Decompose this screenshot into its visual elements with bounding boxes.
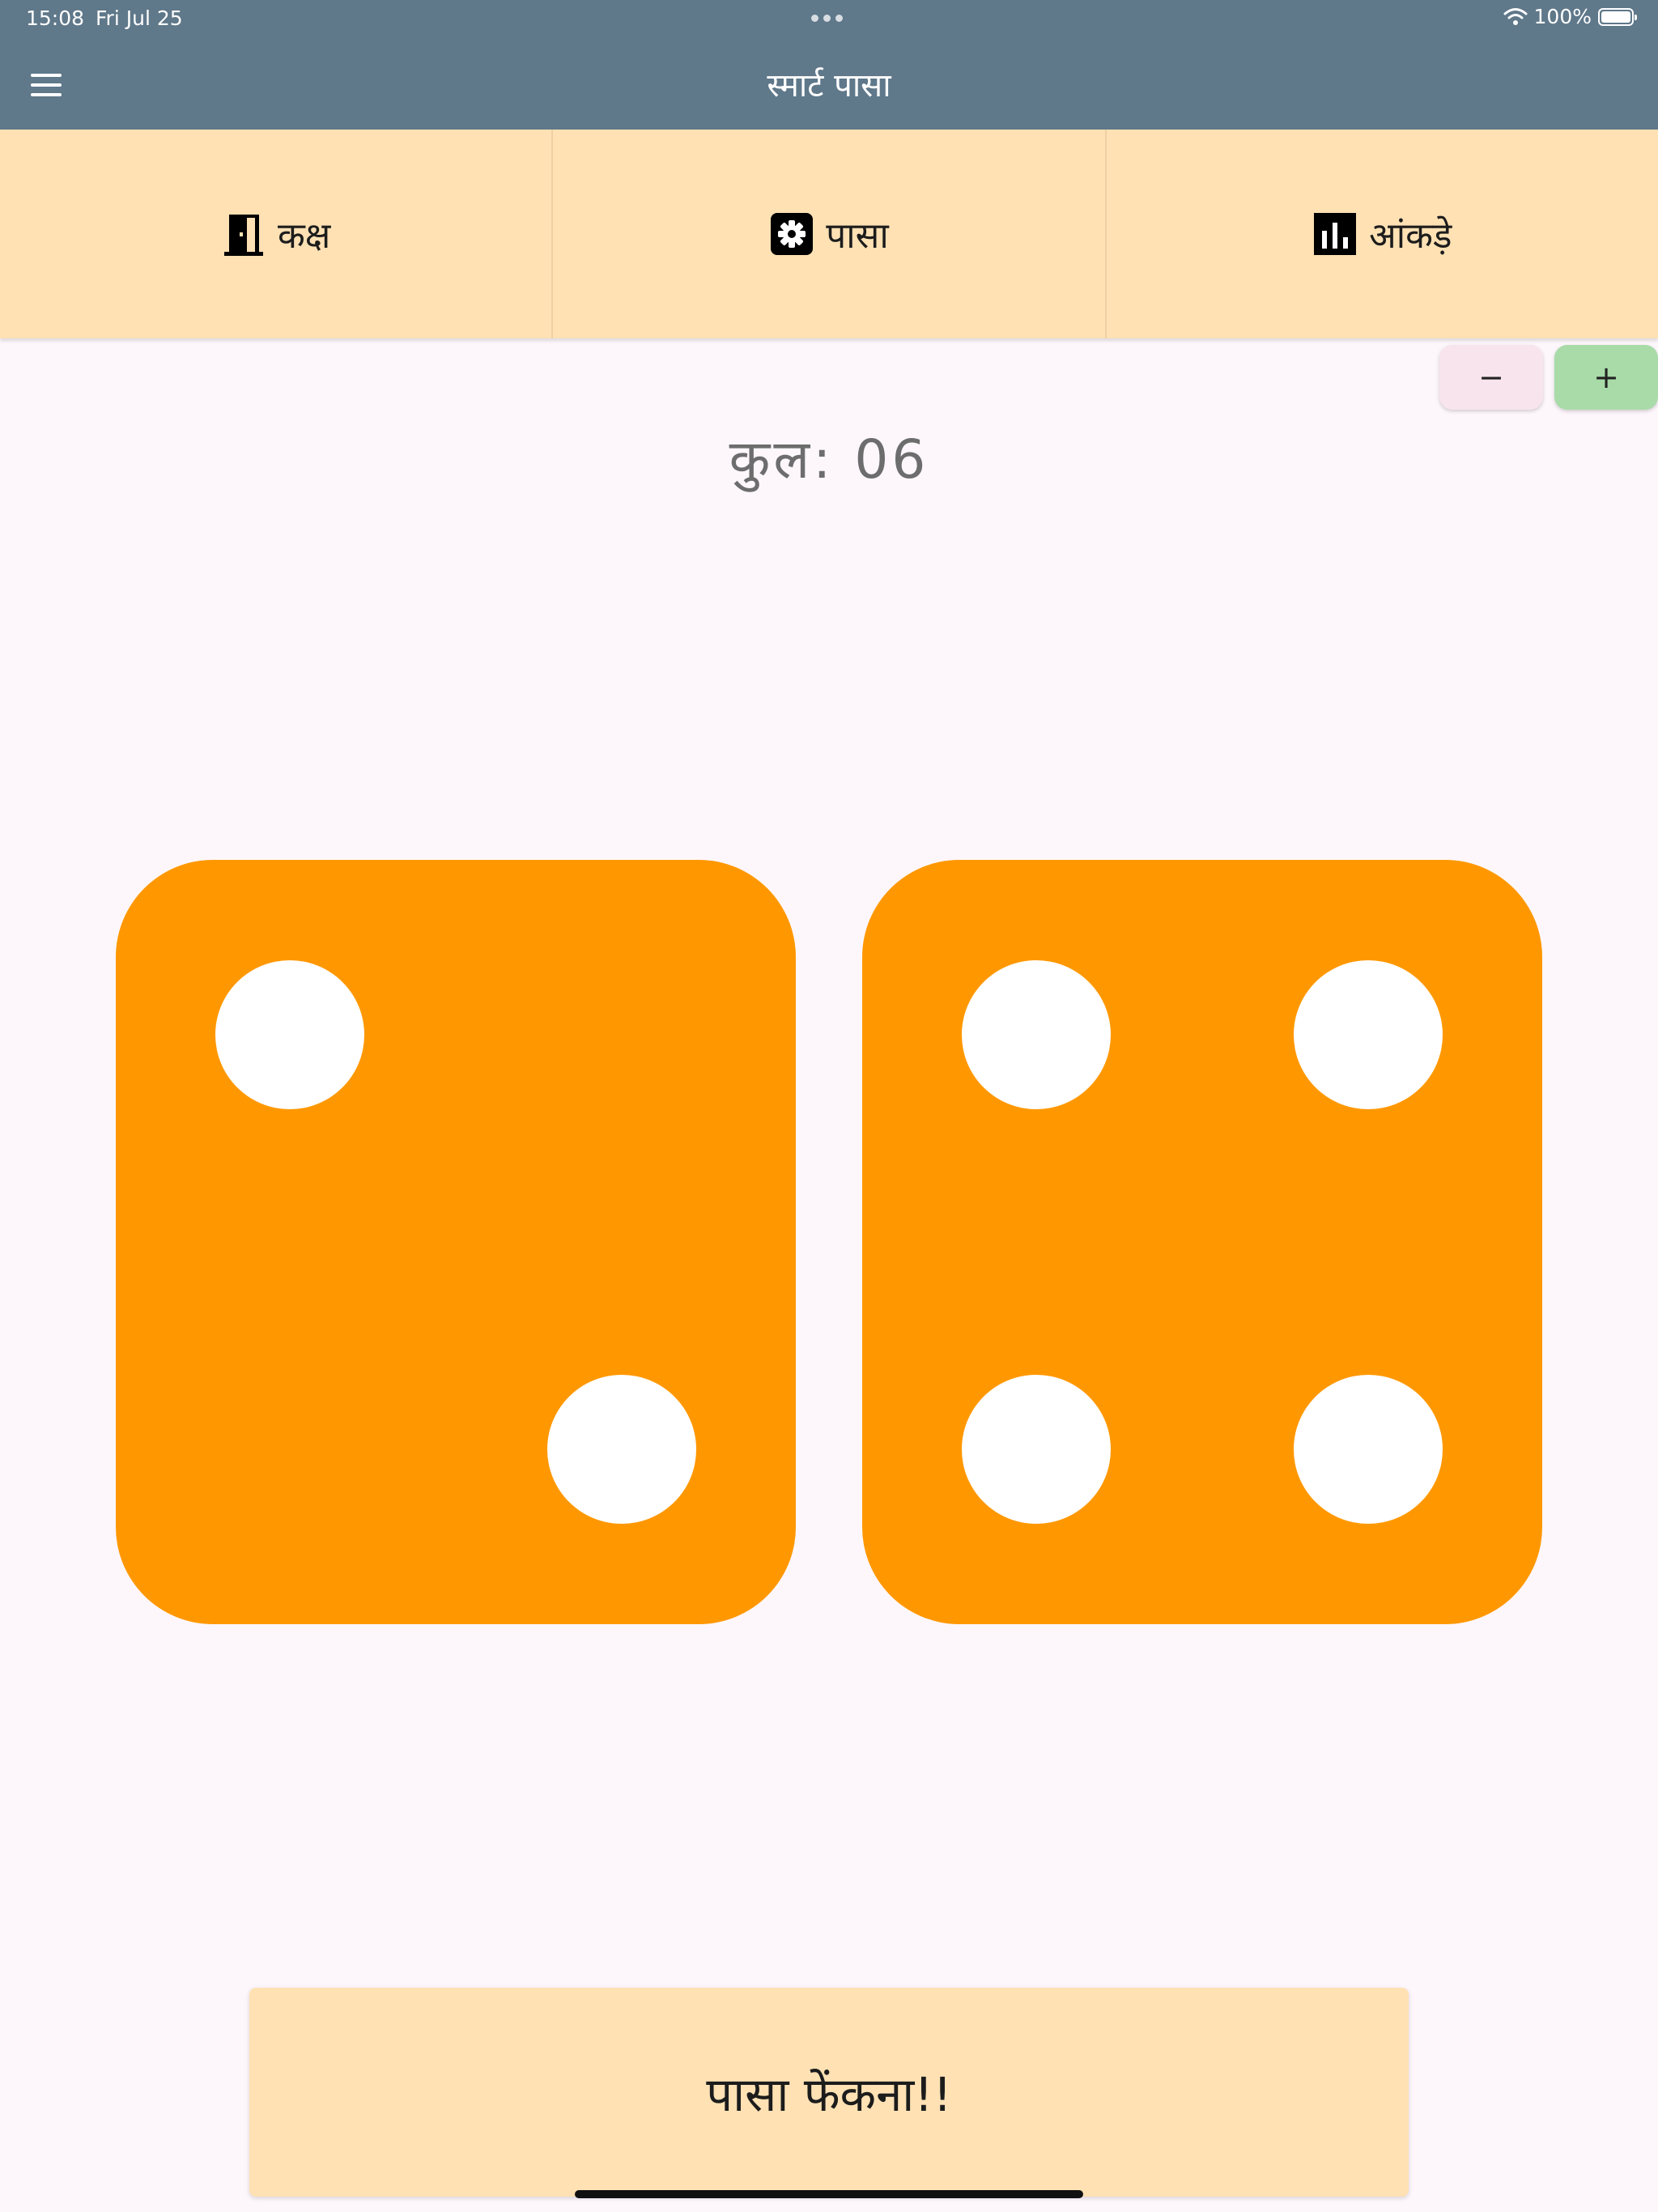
tab-room-label: कक्ष xyxy=(277,215,331,257)
app-title: स्मार्ट पासा xyxy=(767,67,891,104)
door-icon xyxy=(223,215,263,256)
die-pip xyxy=(1294,960,1443,1109)
tab-room[interactable]: कक्ष xyxy=(0,130,554,338)
die-pip xyxy=(1294,1375,1443,1524)
decrease-button[interactable]: − xyxy=(1439,345,1543,410)
bar-chart-icon xyxy=(1314,213,1357,255)
battery-icon xyxy=(1598,7,1637,26)
status-date: Fri Jul 25 xyxy=(96,6,183,30)
tab-dice-label: पासा xyxy=(826,215,889,257)
wifi-icon xyxy=(1503,7,1528,25)
tab-bar: कक्ष पासा आंकड़े xyxy=(0,130,1658,338)
roll-dice-button[interactable]: पासा फेंकना!! xyxy=(249,1988,1409,2197)
multitasking-dots-icon[interactable] xyxy=(811,5,843,22)
die-pip xyxy=(962,960,1111,1109)
die-pip xyxy=(547,1375,696,1524)
die-pip xyxy=(215,960,364,1109)
app-bar: स्मार्ट पासा xyxy=(0,37,1658,130)
die-right[interactable] xyxy=(862,860,1542,1624)
status-time: 15:08 xyxy=(26,6,85,30)
die-left[interactable] xyxy=(116,860,796,1624)
total-display: कुल: 06 xyxy=(729,428,929,491)
tab-stats-label: आंकड़े xyxy=(1369,215,1452,257)
die-pip xyxy=(962,1375,1111,1524)
status-right: 100% xyxy=(1503,5,1637,28)
dice-settings-icon xyxy=(771,213,814,255)
battery-percent: 100% xyxy=(1533,5,1592,28)
tab-dice[interactable]: पासा xyxy=(553,130,1107,338)
tab-stats[interactable]: आंकड़े xyxy=(1107,130,1658,338)
home-indicator[interactable] xyxy=(575,2190,1083,2198)
increase-button[interactable]: + xyxy=(1554,345,1658,410)
status-bar: 15:08 Fri Jul 25 100% xyxy=(0,0,1658,37)
